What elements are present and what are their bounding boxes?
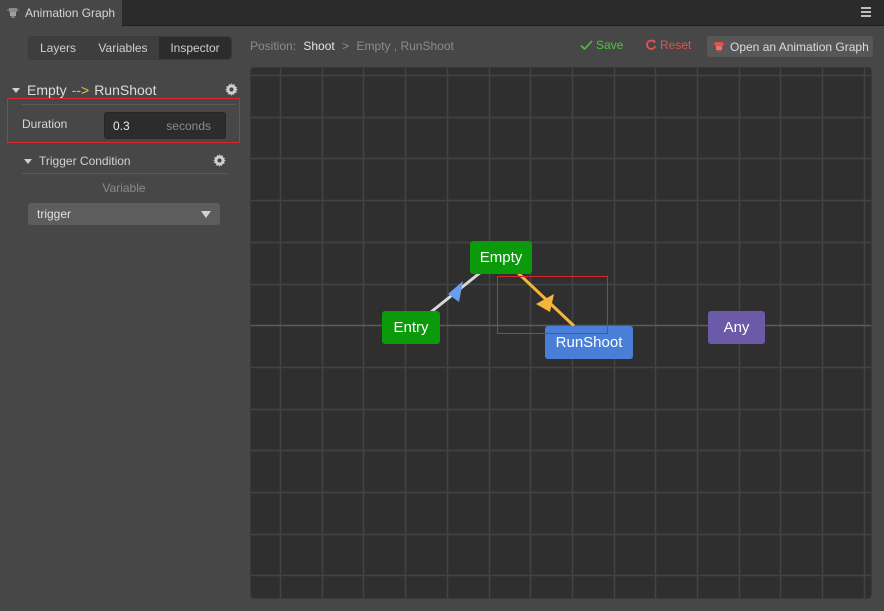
inspector-tabs: Layers Variables Inspector — [28, 36, 232, 60]
variable-select-value: trigger — [37, 207, 72, 221]
breadcrumb-separator: > — [342, 39, 350, 53]
section-divider — [22, 173, 227, 174]
hamburger-menu-icon[interactable] — [861, 7, 871, 17]
duration-label: Duration — [22, 117, 68, 131]
transition-from: Empty — [27, 82, 67, 98]
tab-inspector[interactable]: Inspector — [159, 37, 231, 59]
panel-tab-title: Animation Graph — [25, 6, 116, 20]
state-node-empty[interactable]: Empty — [470, 241, 532, 274]
selected-transition-highlight-box — [497, 276, 608, 334]
breadcrumb-current[interactable]: Shoot — [303, 39, 334, 53]
gear-icon[interactable] — [213, 154, 226, 167]
transition-to: RunShoot — [94, 82, 157, 98]
trigger-condition-header[interactable]: Trigger Condition — [24, 152, 228, 170]
open-animation-graph-label: Open an Animation Graph — [730, 39, 869, 54]
open-animation-graph-button[interactable]: Open an Animation Graph — [707, 36, 873, 57]
trigger-condition-title: Trigger Condition — [39, 154, 131, 168]
breadcrumb-prefix: Position: — [250, 39, 297, 53]
reset-button[interactable]: Reset — [645, 38, 691, 52]
save-button[interactable]: Save — [580, 38, 623, 52]
save-label: Save — [596, 38, 624, 52]
transition-arrow-entry-to-empty[interactable] — [448, 281, 463, 302]
collapse-caret-icon[interactable] — [24, 158, 32, 164]
tab-layers[interactable]: Layers — [29, 37, 87, 59]
animation-graph-icon — [7, 7, 19, 19]
transition-header[interactable]: Empty --> RunShoot — [12, 80, 240, 100]
gear-icon[interactable] — [225, 83, 238, 96]
state-node-entry[interactable]: Entry — [382, 311, 440, 344]
duration-input[interactable]: 0.3 seconds — [104, 112, 226, 139]
graph-canvas[interactable]: Empty Entry RunShoot Any — [250, 67, 872, 599]
duration-value[interactable]: 0.3 — [113, 119, 166, 133]
transition-arrow: --> — [71, 82, 90, 98]
dropdown-arrow-icon — [201, 210, 211, 218]
reset-icon — [646, 39, 657, 50]
collapse-caret-icon[interactable] — [12, 87, 20, 93]
breadcrumb-path: Empty , RunShoot — [356, 39, 454, 53]
panel-tab-animation-graph[interactable]: Animation Graph — [0, 0, 122, 26]
state-node-any[interactable]: Any — [708, 311, 765, 344]
transition-title: Empty --> RunShoot — [27, 82, 156, 98]
reset-label: Reset — [660, 38, 692, 52]
checkmark-icon — [580, 40, 593, 51]
variable-select[interactable]: trigger — [28, 203, 220, 225]
variable-label: Variable — [102, 181, 146, 195]
title-bar: Animation Graph — [0, 0, 884, 26]
breadcrumb: Position: Shoot > Empty , RunShoot — [250, 39, 454, 53]
tab-variables[interactable]: Variables — [87, 37, 159, 59]
duration-unit: seconds — [166, 118, 211, 133]
animation-graph-icon — [713, 41, 725, 52]
